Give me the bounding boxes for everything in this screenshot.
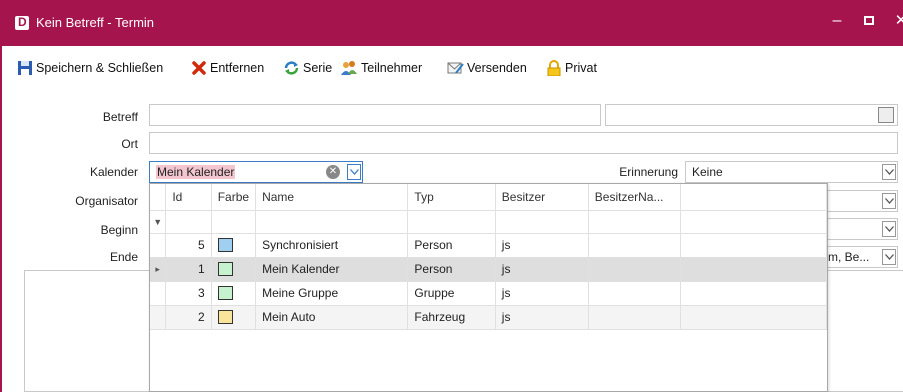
erinnerung-dropdown-arrow[interactable] <box>882 164 896 180</box>
cell-besitzer: js <box>495 305 589 330</box>
chevron-down-icon <box>884 169 894 175</box>
filter-cell[interactable] <box>211 210 257 234</box>
maximize-icon <box>864 16 874 25</box>
cell-name: Meine Gruppe <box>255 281 409 306</box>
cell-typ: Person <box>407 257 496 282</box>
chevron-down-icon <box>884 226 894 232</box>
chevron-down-icon <box>884 198 894 204</box>
private-label: Privat <box>565 61 597 75</box>
betreff-label: Betreff <box>102 110 138 124</box>
recurrence-label: Serie <box>303 61 333 75</box>
kalender-grid: Id Farbe Name Typ Besitzer BesitzerNa...… <box>150 184 828 330</box>
kalender-value: Mein Kalender <box>156 165 236 179</box>
betreff-secondary-input[interactable] <box>605 104 898 126</box>
recurrence-button[interactable]: Serie <box>283 59 332 77</box>
column-header-id[interactable]: Id <box>165 184 212 211</box>
send-button[interactable]: Versenden <box>447 59 527 77</box>
title-bar: Kein Betreff - Termin – ✕ <box>0 0 903 46</box>
cell-id: 2 <box>165 305 212 330</box>
organisator-label: Organisator <box>75 194 138 208</box>
participants-button[interactable]: Teilnehmer <box>341 59 422 77</box>
participants-label: Teilnehmer <box>361 61 423 75</box>
cell-id: 1 <box>165 257 212 282</box>
color-swatch <box>217 238 233 253</box>
toolbar: Speichern & Schließen Entfernen Serie Te… <box>0 46 903 90</box>
color-swatch <box>217 262 233 277</box>
filter-row: ▼ <box>150 210 828 234</box>
filter-cell[interactable] <box>407 210 496 234</box>
cell-typ: Fahrzeug <box>407 305 496 330</box>
column-header-besitzer[interactable]: Besitzer <box>495 184 589 211</box>
kalender-label: Kalender <box>89 165 138 179</box>
kalender-dropdown-popup: Id Farbe Name Typ Besitzer BesitzerNa...… <box>149 183 828 392</box>
erinnerung-select[interactable]: Keine <box>685 161 898 183</box>
delete-label: Entfernen <box>210 61 265 75</box>
beginn-label: Beginn <box>100 223 138 237</box>
chevron-down-icon <box>349 169 359 175</box>
color-swatch <box>217 310 233 325</box>
column-header-besitzername[interactable]: BesitzerNa... <box>588 184 681 211</box>
kalender-combobox[interactable]: Mein Kalender ✕ <box>149 161 363 183</box>
filter-cell[interactable] <box>588 210 681 234</box>
organisator-right-select[interactable] <box>827 190 898 212</box>
table-row[interactable]: 2 Mein Auto Fahrzeug js <box>150 305 828 330</box>
cell-id: 5 <box>165 233 212 258</box>
beginn-dropdown-arrow[interactable] <box>882 221 896 237</box>
cell-typ: Gruppe <box>407 281 496 306</box>
window-title: Kein Betreff - Termin <box>36 15 155 30</box>
cell-name: Mein Kalender <box>255 257 409 282</box>
column-header-farbe[interactable]: Farbe <box>211 184 257 211</box>
column-header-typ[interactable]: Typ <box>407 184 496 211</box>
table-row[interactable]: 5 Synchronisiert Person js <box>150 233 828 258</box>
clear-icon[interactable]: ✕ <box>326 165 340 179</box>
edit-note-icon[interactable] <box>878 107 894 123</box>
filter-cell[interactable] <box>255 210 409 234</box>
send-icon <box>447 60 464 77</box>
ort-label: Ort <box>121 137 138 151</box>
kalender-dropdown-arrow[interactable] <box>347 164 361 180</box>
save-close-button[interactable]: Speichern & Schließen <box>16 59 163 77</box>
row-indicator-icon: ▸ <box>150 257 167 282</box>
delete-icon <box>190 60 207 77</box>
filter-cell[interactable] <box>495 210 589 234</box>
table-row-selected[interactable]: ▸ 1 Mein Kalender Person js <box>150 257 828 282</box>
cell-name: Synchronisiert <box>255 233 409 258</box>
window-left-border <box>0 90 2 392</box>
delete-button[interactable]: Entfernen <box>190 59 264 77</box>
save-icon <box>16 60 33 77</box>
ende-dropdown-arrow[interactable] <box>882 249 896 265</box>
lock-icon <box>545 60 562 77</box>
cell-typ: Person <box>407 233 496 258</box>
cell-besitzer: js <box>495 233 589 258</box>
app-icon <box>15 15 29 30</box>
private-button[interactable]: Privat <box>545 59 597 77</box>
betreff-input[interactable] <box>149 104 601 126</box>
organisator-dropdown-arrow[interactable] <box>882 193 896 209</box>
beginn-right-select[interactable] <box>827 218 898 240</box>
minimize-button[interactable]: – <box>826 10 848 32</box>
cell-besitzer: js <box>495 281 589 306</box>
erinnerung-value: Keine <box>692 165 723 179</box>
filter-icon[interactable]: ▼ <box>150 210 167 234</box>
column-header-name[interactable]: Name <box>255 184 409 211</box>
ende-right-value: m, Be... <box>828 250 870 264</box>
chevron-down-icon <box>884 254 894 260</box>
erinnerung-label: Erinnerung <box>619 165 678 179</box>
participants-icon <box>341 60 358 77</box>
recurrence-icon <box>283 60 300 77</box>
cell-name: Mein Auto <box>255 305 409 330</box>
ende-label: Ende <box>109 250 138 264</box>
ende-right-select[interactable]: m, Be... <box>827 246 898 268</box>
send-label: Versenden <box>467 61 527 75</box>
grid-header-row: Id Farbe Name Typ Besitzer BesitzerNa... <box>150 184 828 211</box>
ort-input[interactable] <box>149 132 898 154</box>
filter-cell[interactable] <box>165 210 212 234</box>
color-swatch <box>217 286 233 301</box>
table-row[interactable]: 3 Meine Gruppe Gruppe js <box>150 281 828 306</box>
cell-besitzer: js <box>495 257 589 282</box>
close-button[interactable]: ✕ <box>890 10 903 32</box>
cell-id: 3 <box>165 281 212 306</box>
maximize-button[interactable] <box>858 10 880 32</box>
save-close-label: Speichern & Schließen <box>36 61 164 75</box>
